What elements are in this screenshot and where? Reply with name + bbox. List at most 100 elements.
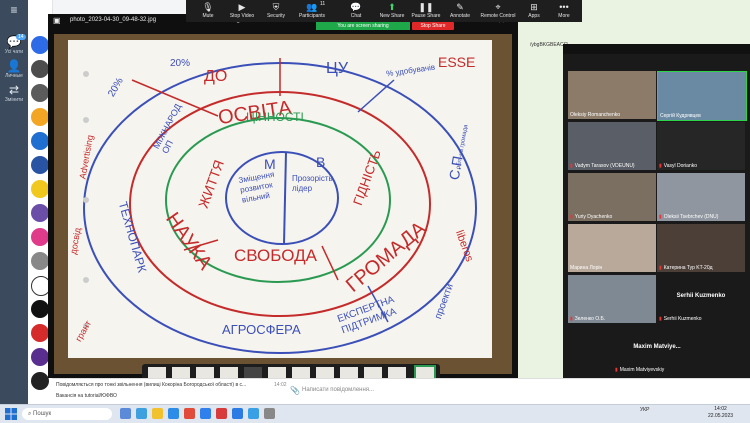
toolbar-label: Remote Control xyxy=(480,13,516,19)
edge-icon[interactable] xyxy=(168,408,179,419)
participant-center-name: Serhii Kuzmenko xyxy=(676,293,726,299)
taskbar-clock[interactable]: 14:02 22.05.2023 xyxy=(708,406,733,420)
chat-avatar[interactable] xyxy=(31,132,49,150)
participant-tile[interactable]: Oleksiy Romanchenko xyxy=(568,71,656,119)
toolbar-label: More xyxy=(558,13,570,19)
participant-name: Yuriy Dyachenko xyxy=(574,214,613,220)
menu-button[interactable]: ≡ xyxy=(4,4,24,17)
chat-avatar[interactable] xyxy=(31,156,49,174)
toolbar-label: Security xyxy=(266,13,286,19)
muted-mic-icon: ▮ xyxy=(659,214,662,220)
board-text: ЦІННОСТІ xyxy=(246,110,304,124)
chat-avatar[interactable] xyxy=(31,204,49,222)
chat-avatar[interactable] xyxy=(31,36,49,54)
board-text: АГРОСФЕРА xyxy=(222,322,301,337)
app-icon[interactable] xyxy=(216,408,227,419)
message-input[interactable]: Написати повідомлення... xyxy=(302,387,374,393)
viewer-filename: photo_2023-04-30_09-48-32.jpg xyxy=(70,17,157,23)
stop-share-button[interactable]: Stop Share xyxy=(412,22,454,30)
participants-button[interactable]: 👥 Participants xyxy=(290,2,334,19)
participant-name: Катерина Тур KT-20д xyxy=(663,265,713,271)
muted-mic-icon: ▮ xyxy=(615,367,618,373)
person-icon: 👤 xyxy=(6,59,22,73)
explorer-icon[interactable] xyxy=(152,408,163,419)
app-icon[interactable] xyxy=(264,408,275,419)
participant-name: Зеленко О.Б. xyxy=(574,316,606,322)
chat-avatar[interactable] xyxy=(31,372,49,390)
attach-icon[interactable]: 📎 xyxy=(290,386,300,395)
widget-icon[interactable] xyxy=(136,408,147,419)
windows-start-icon[interactable] xyxy=(5,408,17,420)
more-button[interactable]: ••• More xyxy=(542,2,586,19)
people-icon: 👥 xyxy=(306,2,318,12)
participant-tile[interactable]: Марина Лорін xyxy=(568,224,656,272)
toolbar-label: Apps xyxy=(528,13,540,19)
participant-tile[interactable]: ▮ Зеленко О.Б. xyxy=(568,275,656,323)
muted-mic-icon: ▮ xyxy=(570,163,573,169)
chat-avatar[interactable] xyxy=(31,252,49,270)
muted-mic-icon: ▮ xyxy=(570,316,573,322)
participant-tile[interactable]: ▮ Vasyl Dorianko xyxy=(657,122,745,170)
board-text: ESSE xyxy=(438,54,476,70)
chat-avatar[interactable] xyxy=(31,324,49,342)
zoom-icon[interactable] xyxy=(200,408,211,419)
toolbar-label: Annotate xyxy=(449,13,471,19)
search-icon: ⌕ xyxy=(28,411,32,417)
windows-taskbar: ⌕ Пошук УКР 14:02 22.05.2023 xyxy=(0,404,750,423)
chrome-icon[interactable] xyxy=(184,408,195,419)
muted-mic-icon: ▮ xyxy=(659,316,662,322)
whiteboard-photo: 20% 20% ДО ЦУ % удобувачів ESSE МІЖНАРОД… xyxy=(54,34,512,388)
participant-tile[interactable]: Serhii Kuzmenko ▮ Serhii Kuzmenko xyxy=(657,275,745,323)
participant-tile[interactable]: ▮ Vadym Tarasov (VDEUNU) xyxy=(568,122,656,170)
folder-edit[interactable]: ⇄ Змінити xyxy=(4,84,24,104)
board-text: В xyxy=(316,154,326,170)
toolbar-label: Participants xyxy=(298,13,326,19)
board-text: Прозорість лідер xyxy=(292,174,333,193)
board-text: ДО xyxy=(204,68,228,85)
zoom-toolbar: 🎙 Mute ▶ Stop Video ⛨ Security 👥 Participant… xyxy=(186,0,582,22)
participants-count: 11 xyxy=(320,1,326,7)
chat-message[interactable]: Повідомляється про тонкі звільнення (вил… xyxy=(56,382,246,388)
participant-tile[interactable]: ▮ Oleksii Tsebrchev (DNU) xyxy=(657,173,745,221)
unread-badge: 14 xyxy=(16,34,26,40)
chat-avatar[interactable] xyxy=(31,348,49,366)
muted-mic-icon: ▮ xyxy=(570,214,573,220)
toolbar-label: Stop Video xyxy=(229,13,255,19)
participant-name: Марина Лорін xyxy=(570,265,603,271)
folder-personal[interactable]: 👤 Личные xyxy=(4,59,24,80)
message-time: 14:02 xyxy=(274,382,287,388)
participant-name: Serhii Kuzmenko xyxy=(663,316,702,322)
chat-avatar[interactable] xyxy=(31,180,49,198)
toolbar-label: Chat xyxy=(350,13,362,19)
participant-tile[interactable]: Сергій Кудрявцев xyxy=(657,71,747,121)
chat-avatar[interactable] xyxy=(31,228,49,246)
muted-mic-icon: ▮ xyxy=(659,265,662,271)
board-text: 20% xyxy=(170,58,191,69)
folder-label: Усі чати xyxy=(4,49,24,55)
telegram-folder-strip: ≡ 💬 Усі чати 14 👤 Личные ⇄ Змінити xyxy=(0,0,28,404)
chat-avatar[interactable] xyxy=(31,60,49,78)
board-text: ЦУ xyxy=(326,60,348,77)
gallery-header xyxy=(563,44,750,54)
chat-message[interactable]: Вакансія на tutorial/ЮФВО xyxy=(56,393,117,399)
search-placeholder: Пошук xyxy=(33,411,52,417)
toolbar-label: Mute xyxy=(202,13,214,19)
taskbar-search[interactable]: ⌕ Пошук xyxy=(22,408,112,420)
participant-name: Сергій Кудрявцев xyxy=(660,113,701,119)
photo-viewer: ▣ photo_2023-04-30_09-48-32.jpg ⟲ ✕ xyxy=(48,14,518,388)
chat-avatar[interactable] xyxy=(31,300,49,318)
participant-tile[interactable]: ▮ Катерина Тур KT-20д xyxy=(657,224,745,272)
folder-label: Личные xyxy=(5,73,23,79)
chat-avatar[interactable] xyxy=(31,108,49,126)
system-tray[interactable]: УКР xyxy=(640,407,649,413)
chat-avatar[interactable] xyxy=(31,84,49,102)
language-indicator: УКР xyxy=(640,407,650,413)
participant-tile[interactable]: ▮ Yuriy Dyachenko xyxy=(568,173,656,221)
participant-name: Vasyl Dorianko xyxy=(663,163,698,169)
muted-mic-icon: ▮ xyxy=(659,163,662,169)
word-icon[interactable] xyxy=(232,408,243,419)
telegram-icon[interactable] xyxy=(248,408,259,419)
participant-tile[interactable]: Maxim Matviye... ▮ Maxim Matviyevskiy xyxy=(613,326,701,374)
more-icon: ••• xyxy=(559,2,569,12)
task-view-icon[interactable] xyxy=(120,408,131,419)
